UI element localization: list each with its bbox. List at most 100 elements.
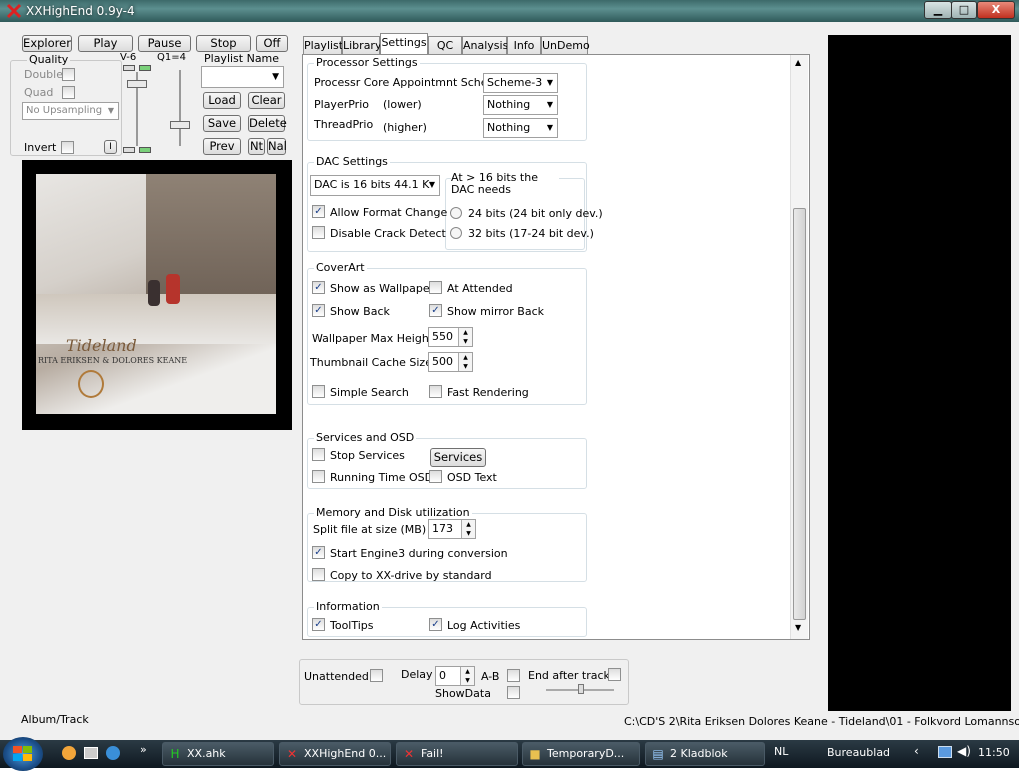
- log-activities-checkbox[interactable]: ✓: [429, 618, 442, 631]
- thumbnail-cache-spinner[interactable]: 500 ▲ ▼: [428, 352, 473, 372]
- load-button[interactable]: Load: [203, 92, 241, 109]
- skype-icon[interactable]: [106, 746, 120, 760]
- taskbar-item-xxhighend[interactable]: ✕ XXHighEnd 0...: [279, 742, 391, 766]
- double-checkbox[interactable]: [62, 68, 75, 81]
- show-back-checkbox[interactable]: ✓: [312, 304, 325, 317]
- taskbar-item-fail[interactable]: ✕ Fail!: [396, 742, 518, 766]
- running-osd-checkbox[interactable]: [312, 470, 325, 483]
- spin-down-icon[interactable]: ▼: [458, 337, 472, 346]
- taskbar-item-temporaryd[interactable]: ■ TemporaryD...: [522, 742, 640, 766]
- album-title-text: Tideland: [66, 336, 137, 355]
- dac-high-title: At > 16 bits the DAC needs: [451, 172, 559, 196]
- ab-checkbox[interactable]: [507, 669, 520, 682]
- q-slider-thumb[interactable]: [170, 121, 190, 129]
- end-after-checkbox[interactable]: [608, 668, 621, 681]
- scheme-label: Processr Core Appointmnt Scheme: [314, 76, 506, 89]
- minimize-button[interactable]: ▁: [924, 1, 952, 19]
- tooltips-checkbox[interactable]: ✓: [312, 618, 325, 631]
- spin-down-icon[interactable]: ▼: [461, 529, 475, 538]
- split-spinner[interactable]: 173 ▲ ▼: [428, 519, 476, 539]
- prev-button[interactable]: Prev: [203, 138, 241, 155]
- tab-playlist[interactable]: Playlist: [303, 36, 343, 54]
- invert-checkbox[interactable]: [61, 141, 74, 154]
- i-button[interactable]: I: [104, 140, 117, 154]
- desktop-toolbar-label[interactable]: Bureaublad: [827, 746, 890, 759]
- taskbar: » H XX.ahk ✕ XXHighEnd 0... ✕ Fail! ■ Tempor…: [0, 737, 1019, 771]
- delete-button[interactable]: Delete: [248, 115, 287, 132]
- taskbar-item-kladblok[interactable]: ▤ 2 Kladblok: [645, 742, 765, 766]
- v-slider-thumb[interactable]: [127, 80, 147, 88]
- playerprio-select[interactable]: Nothing ▼: [483, 95, 558, 115]
- taskbar-item-xx-ahk[interactable]: H XX.ahk: [162, 742, 274, 766]
- services-button[interactable]: Services: [430, 448, 486, 467]
- wallpaper-checkbox[interactable]: ✓: [312, 281, 325, 294]
- tab-undemo[interactable]: UnDemo: [541, 36, 590, 54]
- threadprio-select[interactable]: Nothing ▼: [483, 118, 558, 138]
- scheme-select[interactable]: Scheme-3 ▼: [483, 73, 558, 93]
- spin-up-icon[interactable]: ▲: [458, 328, 472, 337]
- off-button[interactable]: Off: [256, 35, 288, 52]
- tab-library[interactable]: Library: [342, 36, 381, 54]
- clock[interactable]: 11:50: [978, 746, 1010, 759]
- explorer-button[interactable]: Explorer: [22, 35, 72, 52]
- wallpaper-max-spinner[interactable]: 550 ▲ ▼: [428, 327, 473, 347]
- spin-up-icon[interactable]: ▲: [458, 353, 472, 362]
- stop-button[interactable]: Stop: [196, 35, 251, 52]
- playlist-name-select[interactable]: ▼: [201, 66, 284, 88]
- upsampling-select[interactable]: No Upsampling ▼: [22, 102, 119, 120]
- dac-value: DAC is 16 bits 44.1 K: [314, 178, 430, 191]
- chevron-left-icon[interactable]: ‹: [914, 744, 919, 758]
- v-bottom-handle[interactable]: [123, 147, 135, 153]
- save-button[interactable]: Save: [203, 115, 241, 132]
- attended-checkbox[interactable]: [429, 281, 442, 294]
- engine3-checkbox[interactable]: ✓: [312, 546, 325, 559]
- clear-button[interactable]: Clear: [248, 92, 285, 109]
- chevron-right-icon[interactable]: »: [140, 743, 147, 756]
- volume-icon[interactable]: ◀): [957, 744, 971, 758]
- scrollbar-thumb[interactable]: [793, 208, 806, 620]
- showdata-label: ShowData: [435, 687, 491, 700]
- tab-info[interactable]: Info: [507, 36, 541, 54]
- pause-button[interactable]: Pause: [138, 35, 191, 52]
- maximize-button[interactable]: □: [951, 1, 977, 19]
- simple-search-checkbox[interactable]: [312, 385, 325, 398]
- copy-xx-label: Copy to XX-drive by standard: [330, 569, 492, 582]
- spin-down-icon[interactable]: ▼: [460, 676, 474, 685]
- fast-rendering-checkbox[interactable]: [429, 385, 442, 398]
- firefox-icon[interactable]: [62, 746, 76, 760]
- spin-up-icon[interactable]: ▲: [461, 520, 475, 529]
- v-top-handle[interactable]: [123, 65, 135, 71]
- spin-down-icon[interactable]: ▼: [458, 362, 472, 371]
- scroll-down-icon[interactable]: ▼: [795, 623, 801, 632]
- show-desktop-icon[interactable]: [84, 747, 98, 759]
- spin-up-icon[interactable]: ▲: [460, 667, 474, 676]
- disable-crack-checkbox[interactable]: [312, 226, 325, 239]
- close-button[interactable]: X: [977, 1, 1015, 19]
- delay-spinner[interactable]: 0 ▲ ▼: [435, 666, 475, 686]
- radio-32bits[interactable]: [450, 227, 462, 239]
- tab-settings[interactable]: Settings: [380, 33, 428, 55]
- language-indicator[interactable]: NL: [774, 745, 788, 758]
- mirror-back-checkbox[interactable]: ✓: [429, 304, 442, 317]
- dac-select[interactable]: DAC is 16 bits 44.1 K ▼: [310, 175, 440, 196]
- quad-checkbox[interactable]: [62, 86, 75, 99]
- tab-qc[interactable]: QC: [428, 36, 462, 54]
- threadprio-value: Nothing: [487, 121, 531, 134]
- taskbar-item-label: TemporaryD...: [547, 747, 625, 760]
- nt-button[interactable]: Nt: [248, 138, 265, 155]
- allow-format-checkbox[interactable]: ✓: [312, 205, 325, 218]
- nal-button[interactable]: Nal: [267, 138, 287, 155]
- stop-services-checkbox[interactable]: [312, 448, 325, 461]
- radio-24bits[interactable]: [450, 207, 462, 219]
- tab-analysis[interactable]: Analysis: [462, 36, 508, 54]
- start-button[interactable]: [3, 737, 43, 771]
- vertical-scrollbar[interactable]: ▲ ▼: [790, 55, 808, 639]
- osd-text-checkbox[interactable]: [429, 470, 442, 483]
- copy-xx-checkbox[interactable]: [312, 568, 325, 581]
- network-icon[interactable]: [938, 746, 952, 758]
- unattended-checkbox[interactable]: [370, 669, 383, 682]
- scroll-up-icon[interactable]: ▲: [795, 58, 801, 67]
- play-button[interactable]: Play: [78, 35, 133, 52]
- showdata-checkbox[interactable]: [507, 686, 520, 699]
- position-slider-thumb[interactable]: [578, 684, 584, 694]
